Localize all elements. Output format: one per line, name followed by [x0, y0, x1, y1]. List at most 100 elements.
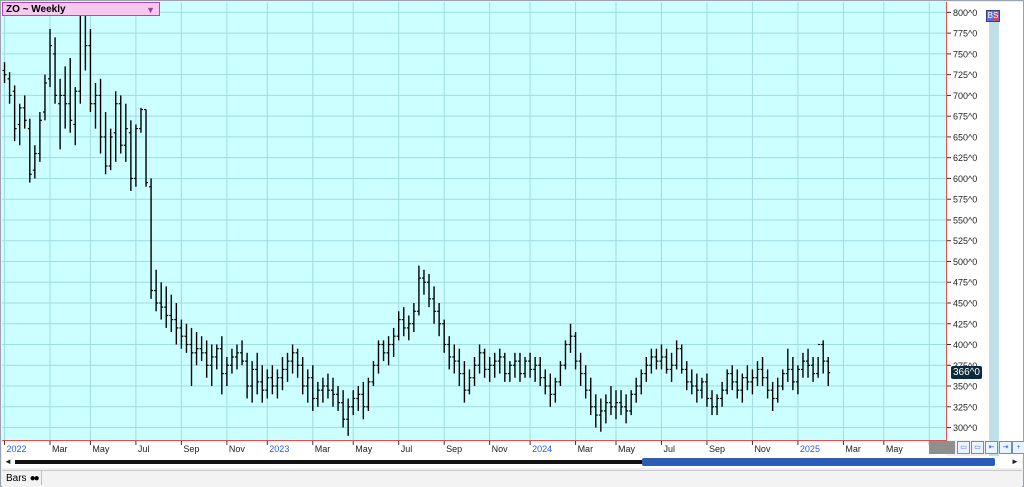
price-bar	[790, 356, 795, 391]
x-tick-label: Mar	[845, 444, 861, 454]
x-tick-label: 2022	[7, 444, 27, 454]
x-tick-label: Mar	[578, 444, 594, 454]
chart-style-selector[interactable]: Bars ●●	[6, 473, 40, 485]
price-bar	[715, 394, 720, 416]
price-bar	[27, 118, 32, 183]
price-bar	[265, 369, 270, 399]
price-bar	[260, 365, 265, 403]
price-bar	[224, 356, 229, 387]
price-bar	[17, 103, 22, 146]
price-bar	[118, 95, 123, 154]
y-tick-label: 475^0	[953, 278, 977, 288]
price-bar	[573, 332, 578, 370]
x-tick-label: Sep	[446, 444, 462, 454]
price-bar	[32, 145, 37, 179]
right-scroll-gutter[interactable]	[989, 21, 999, 459]
time-axis[interactable]: 2022 Mar May Jul Sep Nov 2023 Mar May Jul Sep Nov 20…	[2, 440, 947, 456]
price-bar	[826, 356, 831, 387]
price-bar	[144, 108, 149, 187]
price-bar	[351, 390, 356, 416]
price-bar	[629, 390, 634, 416]
price-bar	[275, 369, 280, 399]
status-divider	[41, 471, 42, 485]
price-bar	[502, 352, 507, 382]
x-tick-label: Sep	[709, 444, 725, 454]
price-bar	[795, 365, 800, 395]
price-bar	[149, 178, 154, 299]
last-price-label: 366^0	[951, 366, 982, 380]
price-bar	[694, 373, 699, 403]
x-tick-label: Nov	[754, 444, 771, 454]
price-bar	[255, 352, 260, 395]
zoom-fit-icon[interactable]: ▭	[971, 441, 984, 454]
price-bar	[613, 390, 618, 420]
price-bar	[250, 361, 255, 403]
zoom-in-icon[interactable]: +	[1012, 441, 1024, 454]
price-bar	[154, 269, 159, 312]
price-bar	[482, 348, 487, 378]
price-bar	[603, 394, 608, 424]
zoom-out-icon[interactable]: ▭	[957, 441, 970, 454]
price-bar	[194, 332, 199, 366]
price-bar	[108, 128, 113, 171]
x-tick-label: 2023	[269, 444, 289, 454]
y-tick-label: 300^0	[953, 423, 977, 433]
price-bar	[811, 356, 816, 382]
price-bar	[507, 361, 512, 382]
price-bar	[598, 398, 603, 432]
price-bar	[517, 352, 522, 382]
price-bar	[538, 356, 543, 387]
chevron-down-icon: ▼	[146, 5, 155, 15]
price-bar	[169, 294, 174, 333]
price-bar	[58, 78, 63, 150]
plot-area[interactable]	[2, 2, 947, 440]
price-bar	[93, 82, 98, 129]
x-tick-label: Jul	[663, 444, 675, 454]
y-tick-label: 675^0	[953, 112, 977, 122]
price-bar	[184, 323, 189, 353]
price-bar	[644, 356, 649, 382]
price-bar	[285, 352, 290, 382]
x-tick-label: Nov	[492, 444, 509, 454]
buy-sell-button[interactable]: BS	[986, 10, 1000, 22]
price-bar	[159, 282, 164, 320]
x-tick-label: May	[355, 444, 373, 454]
price-bar	[568, 323, 573, 353]
scroll-right-arrow[interactable]: ►	[1011, 457, 1019, 466]
price-chart[interactable]	[2, 2, 947, 440]
price-bar	[533, 356, 538, 382]
price-bar	[22, 95, 27, 129]
x-tick-label: 2024	[532, 444, 552, 454]
binoculars-icon[interactable]: ●●	[30, 473, 40, 485]
price-bar	[53, 37, 58, 104]
y-tick-label: 550^0	[953, 215, 977, 225]
scroll-end-icon[interactable]: ⇥	[999, 441, 1012, 454]
price-bar	[331, 377, 336, 407]
scroll-start-icon[interactable]: ⇤	[985, 441, 998, 454]
price-bar	[7, 72, 12, 104]
price-bar	[699, 377, 704, 399]
price-bar	[189, 327, 194, 387]
price-bar	[346, 398, 351, 436]
price-bar	[452, 344, 457, 374]
price-bar	[48, 28, 53, 88]
price-bar	[310, 365, 315, 411]
price-bar	[821, 340, 826, 374]
price-bar	[725, 369, 730, 395]
scroll-left-arrow[interactable]: ◄	[4, 457, 12, 466]
chart-window: 300^0325^0350^0375^0400^0425^0450^0475^0…	[0, 0, 1024, 487]
price-bar	[128, 120, 133, 191]
axis-corner-box	[929, 441, 955, 454]
price-bar	[12, 85, 17, 142]
price-bar	[649, 348, 654, 374]
price-bar	[204, 340, 209, 378]
scroll-thumb[interactable]	[642, 458, 995, 466]
x-tick-label: Sep	[183, 444, 199, 454]
symbol-selector[interactable]: ZO ~ Weekly ▼	[2, 2, 160, 16]
x-tick-label: Jul	[401, 444, 413, 454]
price-bar	[578, 352, 583, 387]
price-bar	[710, 390, 715, 416]
price-bar	[639, 369, 644, 395]
price-bar	[750, 369, 755, 395]
price-bar	[497, 348, 502, 374]
